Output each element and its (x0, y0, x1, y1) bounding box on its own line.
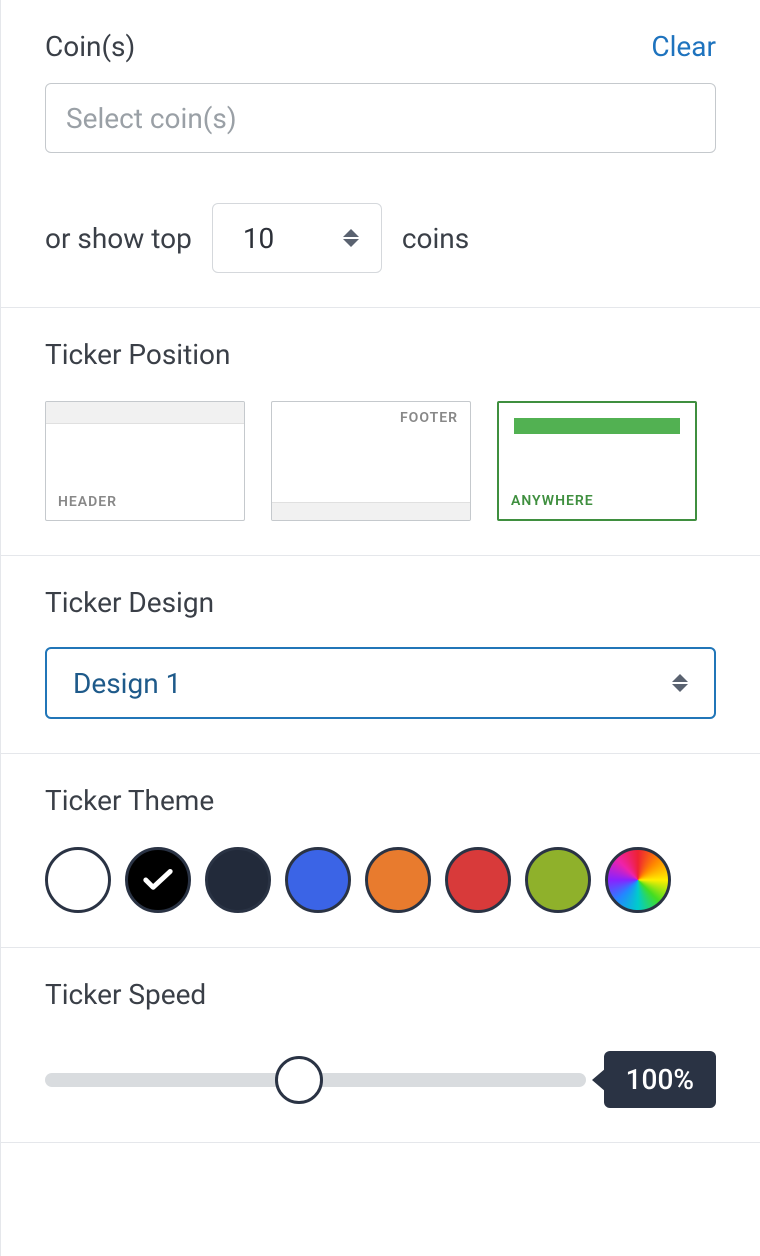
show-top-row: or show top 10 coins (45, 203, 716, 273)
design-selected-value: Design 1 (73, 667, 181, 700)
theme-swatch-orange[interactable] (365, 847, 431, 913)
theme-swatch-black[interactable] (125, 847, 191, 913)
coins-label: Coin(s) (45, 30, 135, 63)
theme-swatch-blue[interactable] (285, 847, 351, 913)
chevron-updown-icon (343, 229, 359, 247)
position-option-anywhere[interactable]: ANYWHERE (497, 401, 697, 521)
position-header-text: HEADER (58, 494, 117, 510)
position-option-footer[interactable]: FOOTER (271, 401, 471, 521)
speed-slider-track[interactable] (45, 1073, 586, 1087)
speed-slider-wrap: 100% (45, 1051, 716, 1108)
anywhere-bar-icon (514, 418, 680, 434)
position-section: Ticker Position HEADER FOOTER ANYWHERE (1, 308, 760, 556)
coins-section: Coin(s) Clear Select coin(s) or show top… (1, 0, 760, 308)
theme-swatch-olive[interactable] (525, 847, 591, 913)
speed-slider-thumb[interactable] (275, 1056, 323, 1104)
coin-select-input[interactable]: Select coin(s) (45, 83, 716, 153)
theme-swatch-navy[interactable] (205, 847, 271, 913)
position-anywhere-text: ANYWHERE (511, 493, 594, 509)
theme-swatch-white[interactable] (45, 847, 111, 913)
theme-section: Ticker Theme (1, 754, 760, 948)
design-label: Ticker Design (45, 586, 214, 619)
theme-swatch-red[interactable] (445, 847, 511, 913)
top-count-value: 10 (243, 222, 274, 255)
footer-bar-icon (272, 502, 470, 520)
position-option-header[interactable]: HEADER (45, 401, 245, 521)
header-bar-icon (46, 402, 244, 424)
check-icon (143, 869, 173, 891)
speed-section: Ticker Speed 100% (1, 948, 760, 1143)
chevron-updown-icon (672, 674, 688, 692)
theme-label: Ticker Theme (45, 784, 214, 817)
top-count-select[interactable]: 10 (212, 203, 382, 273)
design-section: Ticker Design Design 1 (1, 556, 760, 754)
theme-swatch-row (45, 847, 716, 913)
design-select[interactable]: Design 1 (45, 647, 716, 719)
coins-label-row: Coin(s) Clear (45, 30, 716, 63)
show-top-prefix: or show top (45, 222, 192, 255)
clear-link[interactable]: Clear (651, 30, 716, 63)
position-options-row: HEADER FOOTER ANYWHERE (45, 401, 716, 521)
speed-value-badge: 100% (604, 1051, 716, 1108)
position-footer-text: FOOTER (400, 410, 458, 426)
coin-select-placeholder: Select coin(s) (66, 102, 237, 135)
position-label: Ticker Position (45, 338, 231, 371)
speed-label: Ticker Speed (45, 978, 206, 1011)
theme-swatch-rainbow[interactable] (605, 847, 671, 913)
show-top-suffix: coins (402, 222, 469, 255)
